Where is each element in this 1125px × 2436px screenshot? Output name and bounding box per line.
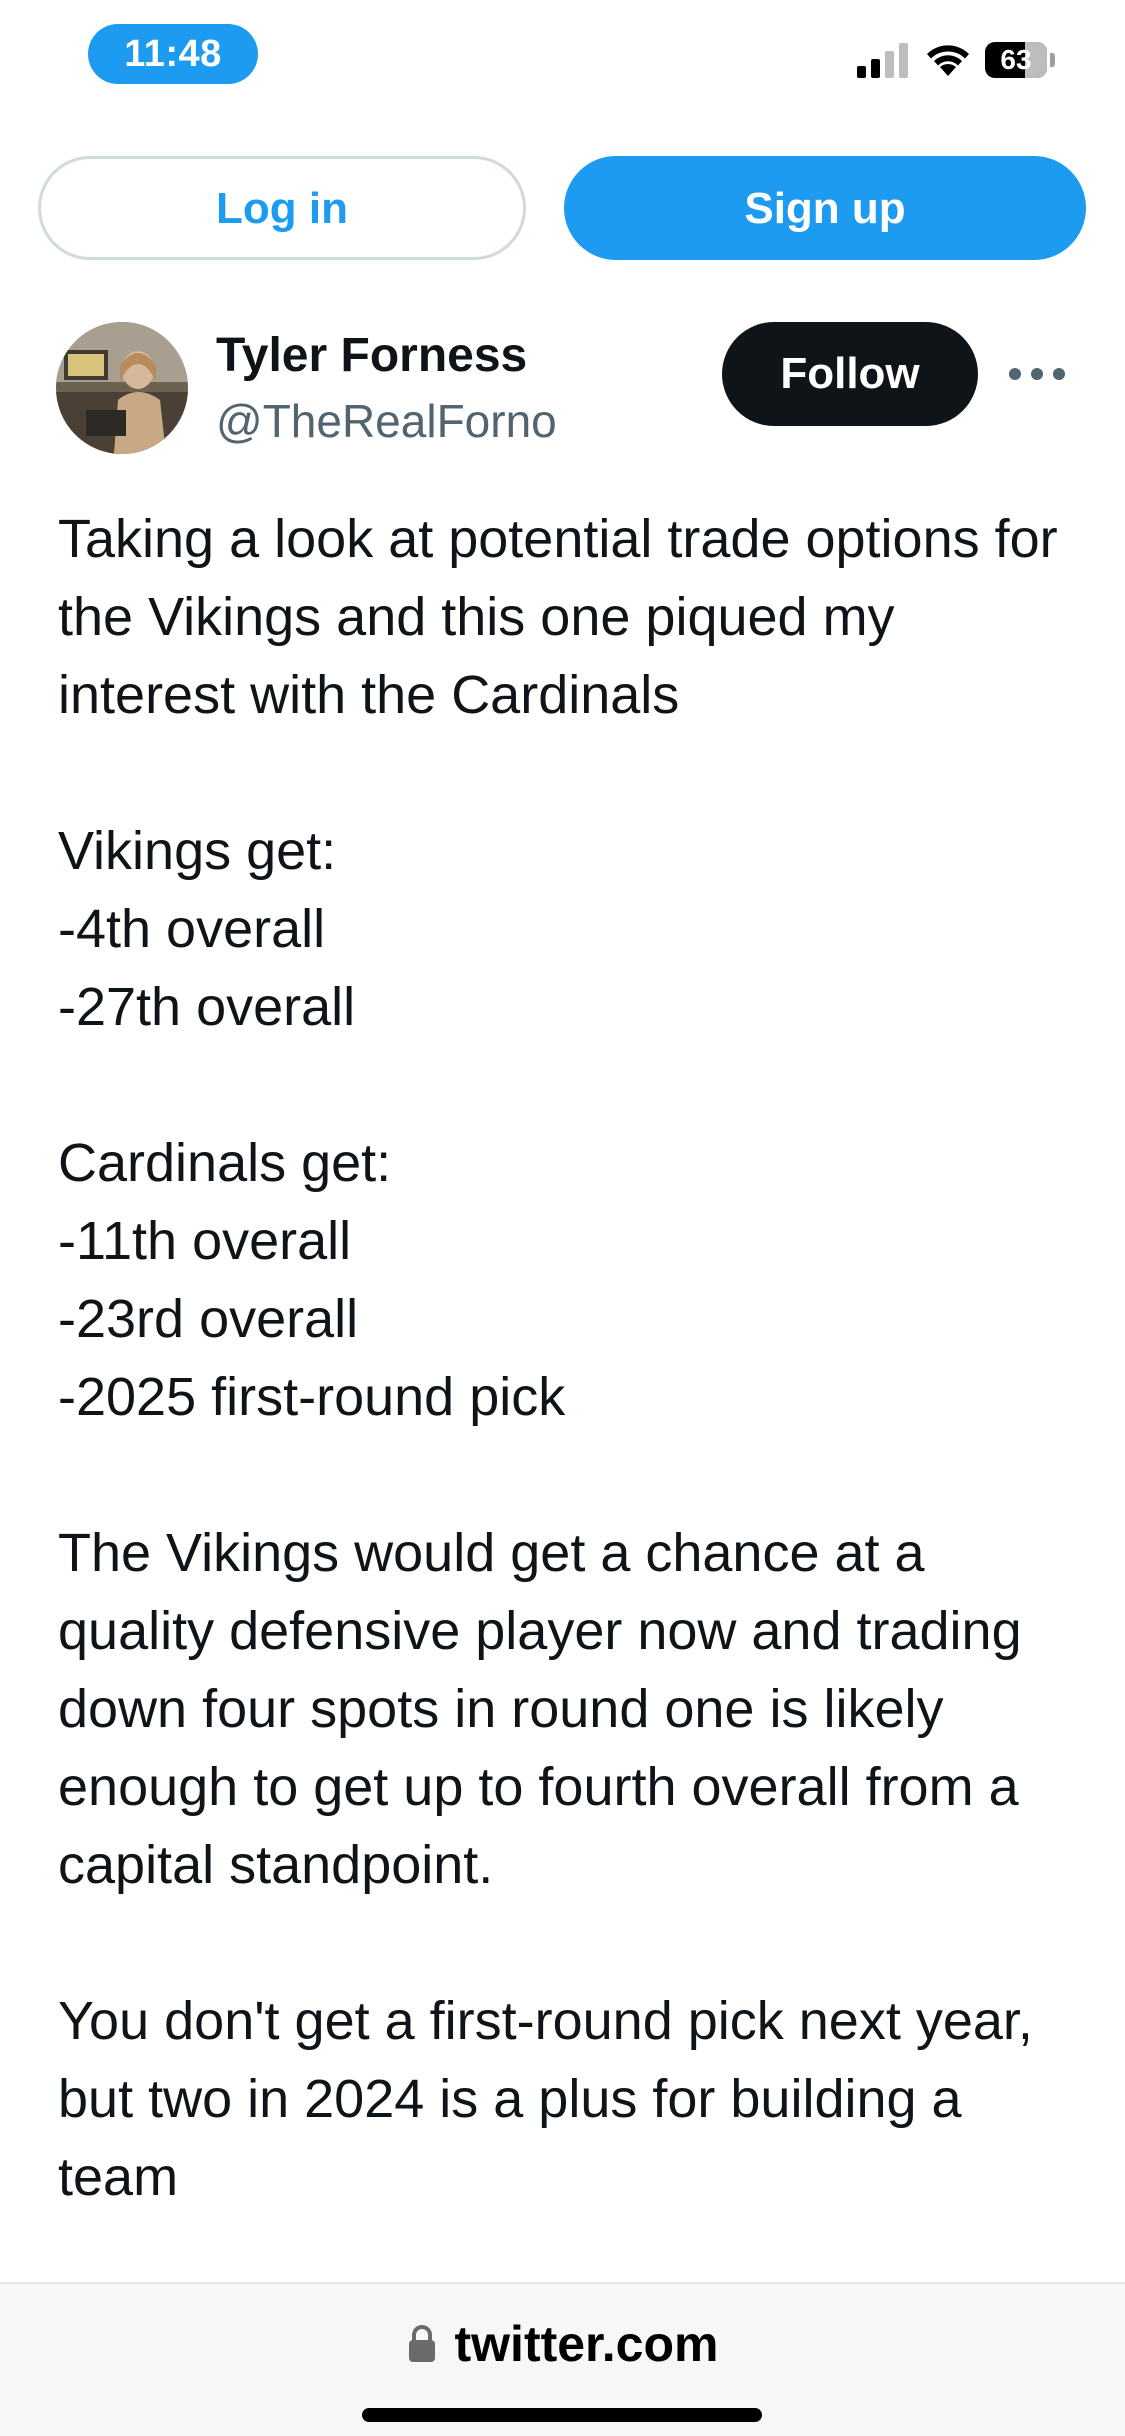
more-icon[interactable] (1006, 354, 1068, 394)
avatar[interactable] (56, 322, 188, 454)
follow-button[interactable]: Follow (722, 322, 978, 426)
status-bar: 11:48 63 (0, 0, 1125, 110)
author-name[interactable]: Tyler Forness (216, 326, 527, 386)
status-time: 11:48 (88, 24, 258, 84)
status-icons: 63 (857, 40, 1055, 80)
url-text: twitter.com (454, 2316, 719, 2372)
lock-icon (408, 2325, 435, 2362)
author-handle[interactable]: @TheRealForno (216, 392, 557, 450)
url-display[interactable]: twitter.com (0, 2314, 1125, 2374)
battery-level: 63 (1000, 44, 1032, 75)
tweet-header: Tyler Forness @TheRealForno Follow (56, 322, 1069, 457)
login-button[interactable]: Log in (38, 156, 526, 260)
wifi-icon (927, 45, 969, 76)
tweet-text: Taking a look at potential trade options… (58, 509, 1058, 2207)
battery-icon: 63 (985, 42, 1055, 78)
signup-button[interactable]: Sign up (564, 156, 1086, 260)
home-indicator[interactable] (362, 2408, 762, 2422)
signal-icon (857, 43, 908, 78)
browser-address-bar[interactable]: twitter.com (0, 2282, 1125, 2436)
avatar-image (56, 322, 188, 454)
auth-buttons: Log in Sign up (38, 156, 1088, 262)
